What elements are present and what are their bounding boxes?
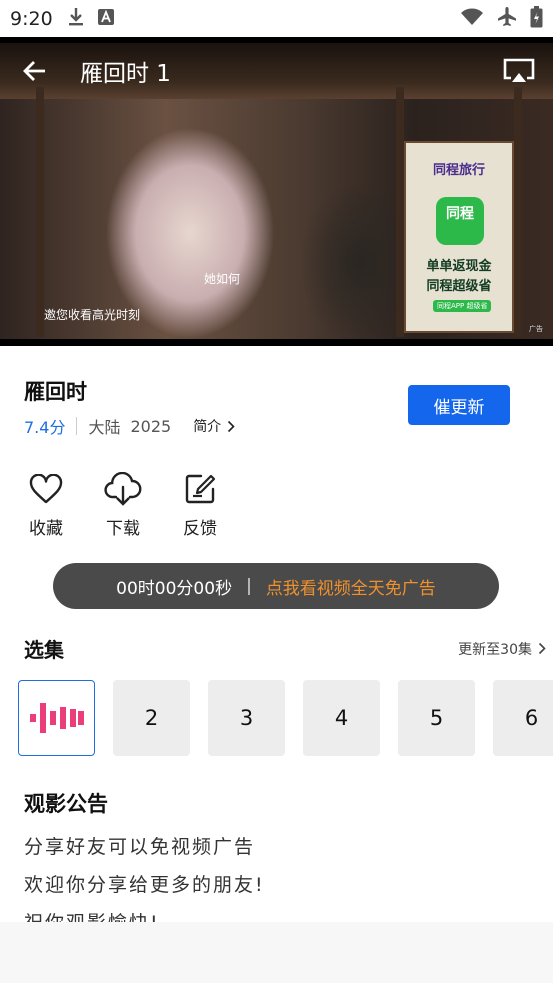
episodes-title: 选集 <box>24 638 64 662</box>
notice-line: 祝你观影愉快! <box>24 904 534 922</box>
status-bar: 9:20 <box>0 0 553 37</box>
battery-icon <box>530 5 543 32</box>
video-frame-pillar <box>396 87 404 337</box>
ad-free-banner[interactable]: 00时00分00秒 | 点我看视频全天免广告 <box>53 563 499 609</box>
episode-item[interactable]: 4 <box>303 680 380 756</box>
video-subtitle: 她如何 <box>204 272 241 286</box>
arrow-left-icon <box>23 61 45 81</box>
ad-free-promo: 点我看视频全天免广告 <box>265 578 436 599</box>
ad-tag: 同程APP 超级省 <box>433 300 492 312</box>
show-year: 2025 <box>130 416 172 436</box>
episode-list[interactable]: 2 3 4 5 6 <box>18 680 553 758</box>
favorite-label: 收藏 <box>29 519 63 539</box>
ad-line-2: 同程超级省 <box>426 279 492 294</box>
notice-lines: 分享好友可以免视频广告 欢迎你分享给更多的朋友! 祝你观影愉快! <box>24 828 534 922</box>
in-video-ad[interactable]: 同程旅行 同程 单单返现金 同程超级省 同程APP 超级省 <box>404 141 514 333</box>
request-update-button[interactable]: 催更新 <box>408 385 510 425</box>
show-score: 7.4分 <box>24 418 66 437</box>
wifi-icon <box>460 8 484 30</box>
ad-free-timer: 00时00分00秒 <box>116 578 233 599</box>
player-title: 雁回时 1 <box>80 61 171 87</box>
download-button[interactable]: 下载 <box>97 472 149 539</box>
ad-app-logo: 同程 <box>436 197 484 245</box>
download-notification-icon <box>67 7 85 31</box>
notice-title: 观影公告 <box>24 792 108 816</box>
show-region: 大陆 <box>88 418 121 437</box>
intro-label: 简介 <box>193 419 222 435</box>
episode-item[interactable]: 5 <box>398 680 475 756</box>
ad-mark: 广告 <box>529 325 543 333</box>
episode-item[interactable]: 2 <box>113 680 190 756</box>
feedback-label: 反馈 <box>183 519 217 539</box>
status-right-icons <box>460 5 543 32</box>
banner-separator: | <box>246 576 252 596</box>
app-notification-icon <box>97 8 115 30</box>
video-player[interactable]: 同程旅行 同程 单单返现金 同程超级省 同程APP 超级省 她如何 邀您收看高光… <box>0 37 553 346</box>
airplane-icon <box>496 6 518 32</box>
chevron-right-icon <box>228 420 235 432</box>
favorite-button[interactable]: 收藏 <box>20 472 72 539</box>
download-label: 下载 <box>106 519 140 539</box>
episode-1-playing[interactable] <box>18 680 95 756</box>
back-button[interactable] <box>20 57 48 85</box>
video-frame-pillar <box>514 87 522 337</box>
cast-button[interactable] <box>501 55 537 87</box>
feedback-button[interactable]: 反馈 <box>174 472 226 539</box>
action-row: 收藏 下载 反馈 <box>20 472 226 539</box>
show-title: 雁回时 <box>24 380 87 404</box>
episodes-update-status: 更新至30集 <box>458 641 532 658</box>
notice-line: 分享好友可以免视频广告 <box>24 836 256 858</box>
status-left-icons <box>67 7 115 31</box>
player-top-bar: 雁回时 1 <box>0 49 553 93</box>
episode-item[interactable]: 3 <box>208 680 285 756</box>
episode-item[interactable]: 6 <box>493 680 553 756</box>
cast-icon <box>503 58 535 82</box>
notice-line: 欢迎你分享给更多的朋友! <box>24 874 265 896</box>
video-frame-pillar <box>36 87 44 337</box>
now-playing-icon <box>29 703 84 733</box>
ad-line-1: 单单返现金 <box>426 259 492 274</box>
cloud-download-icon <box>104 472 142 506</box>
edit-icon <box>184 472 216 506</box>
episodes-more-button[interactable]: 更新至30集 <box>458 639 546 659</box>
episodes-header: 选集 更新至30集 <box>24 634 546 663</box>
video-caption: 邀您收看高光时刻 <box>44 308 141 322</box>
intro-button[interactable]: 简介 <box>193 416 235 436</box>
status-time: 9:20 <box>10 7 53 30</box>
heart-icon <box>29 472 63 506</box>
viewing-notice: 观影公告 分享好友可以免视频广告 欢迎你分享给更多的朋友! 祝你观影愉快! <box>24 788 534 922</box>
episode-track: 2 3 4 5 6 <box>18 680 553 756</box>
detail-content[interactable]: 雁回时 7.4分 大陆 2025 简介 催更新 收藏 下载 反馈 00时00分0… <box>0 346 553 922</box>
ad-brand-name: 同程旅行 <box>432 163 485 178</box>
show-meta: 7.4分 大陆 2025 简介 <box>24 414 235 438</box>
chevron-right-icon <box>538 642 546 655</box>
meta-divider <box>76 417 78 435</box>
